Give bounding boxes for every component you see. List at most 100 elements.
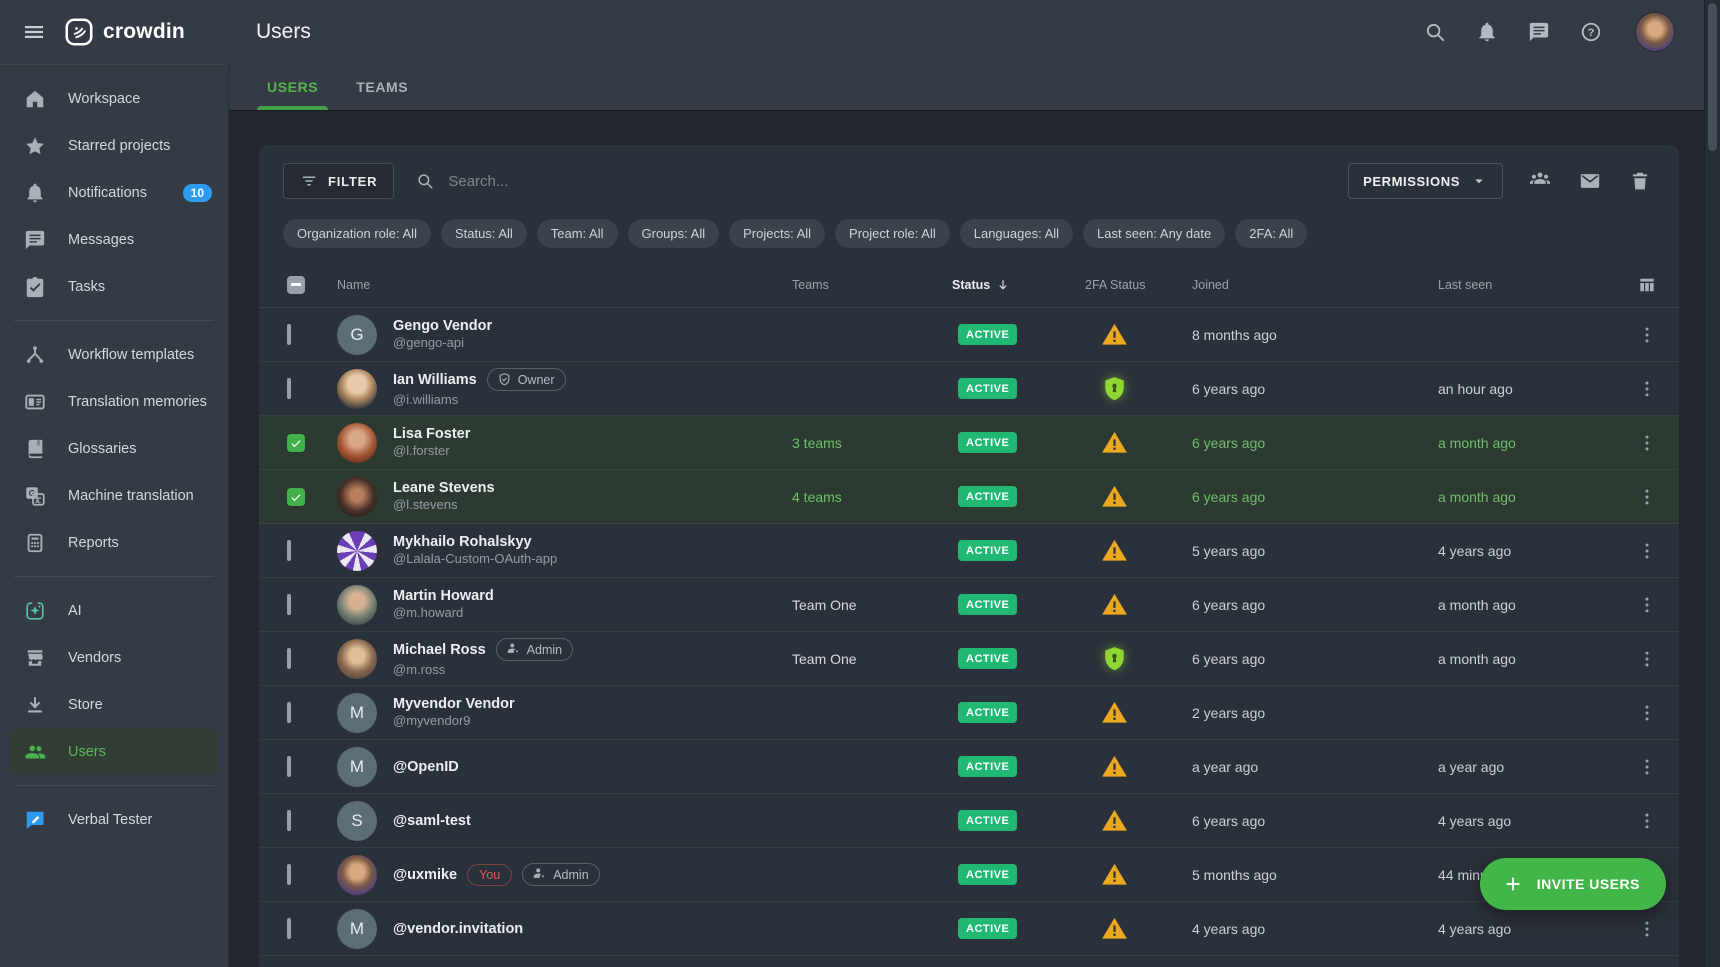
teams-cell[interactable]: 3 teams <box>792 435 952 451</box>
column-header-2fa[interactable]: 2FA Status <box>1077 278 1152 292</box>
table-row[interactable]: G Gengo Vendor @gengo-api ACTIVE 8 month… <box>259 308 1679 362</box>
sidebar-item-users[interactable]: Users <box>10 728 218 775</box>
row-menu-icon[interactable] <box>1637 811 1657 831</box>
search-icon[interactable] <box>1424 21 1446 43</box>
mail-icon[interactable] <box>1579 170 1601 192</box>
row-checkbox[interactable] <box>287 324 291 345</box>
row-menu-icon[interactable] <box>1637 487 1657 507</box>
row-checkbox[interactable] <box>287 810 291 831</box>
sidebar-item-machine-translation[interactable]: GMachine translation <box>0 472 228 519</box>
row-checkbox[interactable] <box>287 648 291 669</box>
column-header-name[interactable]: Name <box>337 278 792 292</box>
row-checkbox[interactable] <box>287 756 291 777</box>
last-seen-cell: a month ago <box>1407 651 1607 667</box>
filter-chip[interactable]: Projects: All <box>729 219 825 248</box>
crowdin-logo[interactable]: crowdin <box>64 17 185 47</box>
sidebar-item-verbal-tester[interactable]: Verbal Tester <box>0 796 228 843</box>
sidebar: WorkspaceStarred projectsNotifications10… <box>0 64 228 967</box>
filter-chip[interactable]: Groups: All <box>628 219 720 248</box>
filter-chip[interactable]: Status: All <box>441 219 527 248</box>
sidebar-item-messages[interactable]: Messages <box>0 216 228 263</box>
select-all-checkbox[interactable] <box>287 276 305 294</box>
row-menu-icon[interactable] <box>1637 379 1657 399</box>
column-header-status[interactable]: Status <box>952 278 1077 292</box>
table-row[interactable]: Michael Ross Admin @m.ross Team One ACTI… <box>259 632 1679 686</box>
table-row[interactable]: M @vendor.invitation ACTIVE 4 years ago … <box>259 902 1679 956</box>
sidebar-item-workspace[interactable]: Workspace <box>0 75 228 122</box>
sidebar-item-glossaries[interactable]: Glossaries <box>0 425 228 472</box>
scrollbar-thumb[interactable] <box>1708 3 1717 151</box>
table-row[interactable]: Lisa Foster @l.forster 3 teams ACTIVE 6 … <box>259 416 1679 470</box>
user-avatar[interactable] <box>1636 13 1674 51</box>
row-menu-icon[interactable] <box>1637 325 1657 345</box>
search-input[interactable] <box>446 172 736 191</box>
sidebar-item-ai[interactable]: AI <box>0 587 228 634</box>
delete-icon[interactable] <box>1629 170 1651 192</box>
table-row[interactable]: M Myvendor Vendor @myvendor9 ACTIVE 2 ye… <box>259 686 1679 740</box>
sidebar-item-workflow-templates[interactable]: Workflow templates <box>0 331 228 378</box>
row-menu-icon[interactable] <box>1637 703 1657 723</box>
row-checkbox[interactable] <box>287 434 305 452</box>
last-seen-cell: 4 years ago <box>1407 921 1607 937</box>
sidebar-item-vendors[interactable]: Vendors <box>0 634 228 681</box>
messages-icon[interactable] <box>1528 21 1550 43</box>
sort-descending-icon <box>996 278 1010 292</box>
row-menu-icon[interactable] <box>1637 919 1657 939</box>
row-checkbox[interactable] <box>287 594 291 615</box>
user-name: Martin Howard <box>393 588 494 604</box>
row-menu-icon[interactable] <box>1637 757 1657 777</box>
bell-icon[interactable] <box>1476 21 1498 43</box>
permissions-button[interactable]: PERMISSIONS <box>1348 163 1503 199</box>
sidebar-item-label: Notifications <box>68 185 147 201</box>
status-badge: ACTIVE <box>958 486 1017 507</box>
table-row[interactable]: Leane Stevens @l.stevens 4 teams ACTIVE … <box>259 470 1679 524</box>
name-cell: S @saml-test <box>337 801 792 841</box>
table-row[interactable]: M @OpenID ACTIVE a year ago a year ago <box>259 740 1679 794</box>
avatar <box>337 855 377 895</box>
filter-chip[interactable]: 2FA: All <box>1235 219 1307 248</box>
filter-chip[interactable]: Team: All <box>537 219 618 248</box>
row-checkbox[interactable] <box>287 864 291 885</box>
you-badge: You <box>467 864 512 886</box>
tab-teams[interactable]: TEAMS <box>356 64 408 110</box>
sidebar-item-tasks[interactable]: Tasks <box>0 263 228 310</box>
row-checkbox[interactable] <box>287 378 291 399</box>
last-seen-cell: a year ago <box>1407 759 1607 775</box>
row-menu-icon[interactable] <box>1637 541 1657 561</box>
table-row[interactable]: Martin Howard @m.howard Team One ACTIVE … <box>259 578 1679 632</box>
columns-settings-icon[interactable] <box>1637 275 1657 295</box>
sidebar-item-starred-projects[interactable]: Starred projects <box>0 122 228 169</box>
filter-chip[interactable]: Project role: All <box>835 219 950 248</box>
row-menu-icon[interactable] <box>1637 595 1657 615</box>
invite-users-button[interactable]: INVITE USERS <box>1480 858 1666 910</box>
row-checkbox[interactable] <box>287 918 291 939</box>
group-add-icon[interactable] <box>1529 170 1551 192</box>
column-header-last-seen[interactable]: Last seen <box>1407 278 1607 292</box>
table-row[interactable]: Mykhailo Rohalskyy @Lalala-Custom-OAuth-… <box>259 524 1679 578</box>
teams-cell[interactable]: 4 teams <box>792 489 952 505</box>
table-row[interactable]: Ian Williams Owner @i.williams ACTIVE 6 … <box>259 362 1679 416</box>
row-menu-icon[interactable] <box>1637 649 1657 669</box>
filter-button[interactable]: FILTER <box>283 163 394 199</box>
row-menu-icon[interactable] <box>1637 433 1657 453</box>
sidebar-item-store[interactable]: Store <box>0 681 228 728</box>
table-row[interactable]: S @saml-test ACTIVE 6 years ago 4 years … <box>259 794 1679 848</box>
sidebar-item-reports[interactable]: Reports <box>0 519 228 566</box>
name-cell: M @OpenID <box>337 747 792 787</box>
row-checkbox[interactable] <box>287 488 305 506</box>
column-header-joined[interactable]: Joined <box>1152 278 1407 292</box>
hamburger-menu-icon[interactable] <box>22 20 46 44</box>
help-icon[interactable]: ? <box>1580 21 1602 43</box>
column-header-teams[interactable]: Teams <box>792 278 952 292</box>
table-row[interactable]: @uxmike YouAdmin ACTIVE 5 months ago 44 … <box>259 848 1679 902</box>
row-checkbox[interactable] <box>287 702 291 723</box>
row-checkbox[interactable] <box>287 540 291 561</box>
joined-cell: 6 years ago <box>1152 597 1407 613</box>
twofa-cell <box>1077 807 1152 834</box>
filter-chip[interactable]: Last seen: Any date <box>1083 219 1225 248</box>
tab-users[interactable]: USERS <box>267 64 318 110</box>
sidebar-item-notifications[interactable]: Notifications10 <box>0 169 228 216</box>
filter-chip[interactable]: Languages: All <box>960 219 1073 248</box>
filter-chip[interactable]: Organization role: All <box>283 219 431 248</box>
sidebar-item-translation-memories[interactable]: Translation memories <box>0 378 228 425</box>
